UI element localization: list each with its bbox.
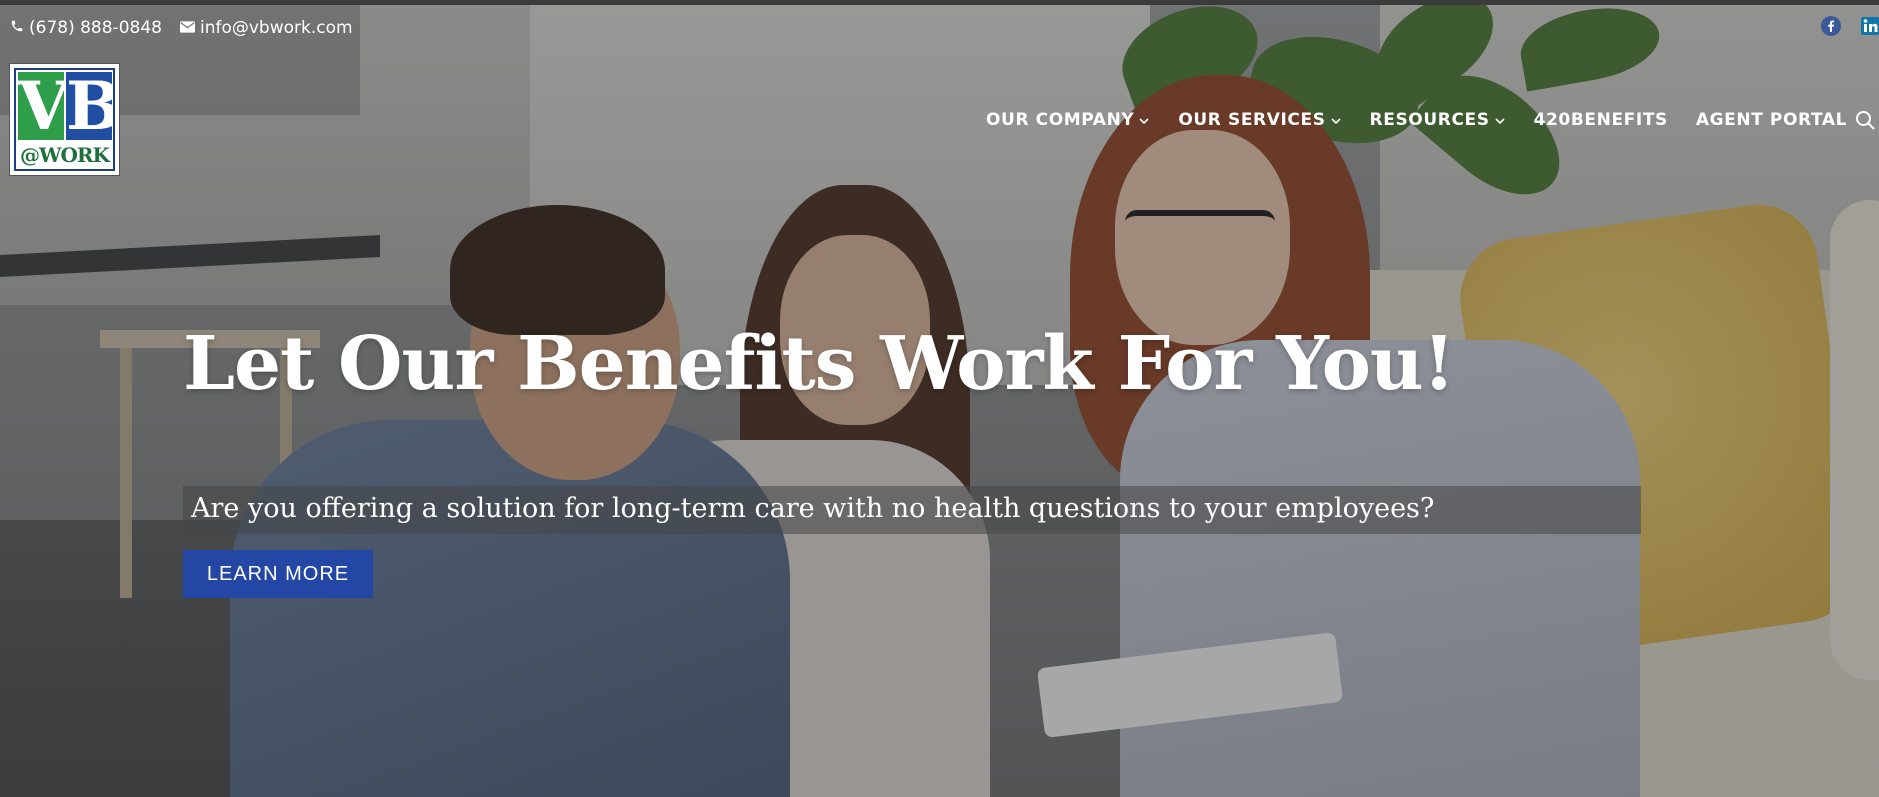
search-icon[interactable] bbox=[1855, 110, 1875, 134]
nav-item-label: OUR COMPANY bbox=[986, 110, 1135, 130]
hero-headline: Let Our Benefits Work For You! bbox=[183, 321, 1455, 407]
hero-subtext: Are you offering a solution for long-ter… bbox=[191, 493, 1435, 524]
learn-more-button[interactable]: LEARN MORE bbox=[183, 550, 373, 598]
contact-bar: (678) 888-0848 info@vbwork.com bbox=[10, 15, 353, 41]
linkedin-icon[interactable] bbox=[1861, 16, 1879, 36]
logo-frame: V B @WORK bbox=[14, 68, 115, 171]
facebook-icon[interactable] bbox=[1821, 16, 1841, 36]
phone-link[interactable]: (678) 888-0848 bbox=[10, 18, 162, 38]
chevron-down-icon bbox=[1494, 108, 1506, 132]
top-border bbox=[0, 0, 1879, 5]
main-navigation: OUR COMPANY OUR SERVICES RESOURCES 420BE… bbox=[986, 108, 1875, 132]
nav-item-resources[interactable]: RESOURCES bbox=[1370, 108, 1506, 132]
logo-tagline: @WORK bbox=[20, 143, 110, 167]
nav-item-our-services[interactable]: OUR SERVICES bbox=[1178, 108, 1341, 132]
email-link[interactable]: info@vbwork.com bbox=[179, 18, 353, 38]
envelope-icon bbox=[179, 18, 195, 38]
nav-item-label: AGENT PORTAL bbox=[1695, 110, 1848, 130]
logo-letter-v: V bbox=[18, 68, 70, 145]
logo-letter-b: B bbox=[66, 72, 113, 140]
nav-item-our-company[interactable]: OUR COMPANY bbox=[986, 108, 1150, 132]
nav-item-label: 420BENEFITS bbox=[1533, 110, 1668, 130]
phone-number: (678) 888-0848 bbox=[29, 18, 162, 38]
nav-item-label: OUR SERVICES bbox=[1178, 110, 1326, 130]
chevron-down-icon bbox=[1330, 108, 1342, 132]
phone-icon bbox=[10, 18, 24, 38]
nav-item-label: RESOURCES bbox=[1369, 110, 1490, 130]
vb-at-work-logo[interactable]: V B @WORK bbox=[9, 63, 120, 176]
email-address: info@vbwork.com bbox=[199, 18, 353, 38]
nav-item-agent-portal[interactable]: AGENT PORTAL bbox=[1696, 108, 1847, 132]
chevron-down-icon bbox=[1138, 108, 1150, 132]
nav-item-420benefits[interactable]: 420BENEFITS bbox=[1534, 108, 1668, 132]
